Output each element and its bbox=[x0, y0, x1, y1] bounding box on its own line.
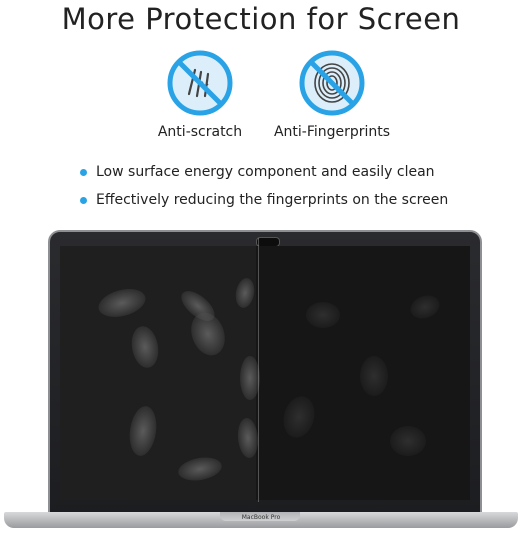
fingerprint-smudge bbox=[360, 356, 388, 396]
bullet-text: Low surface energy component and easily … bbox=[96, 164, 435, 180]
bullet-text: Effectively reducing the fingerprints on… bbox=[96, 192, 449, 208]
laptop-lid bbox=[48, 230, 482, 516]
list-item: Low surface energy component and easily … bbox=[80, 158, 520, 186]
bullet-dot-icon bbox=[80, 196, 87, 204]
screen-without-protector bbox=[60, 246, 256, 500]
bullet-dot-icon bbox=[80, 168, 87, 176]
anti-fingerprint-icon bbox=[299, 50, 365, 116]
film-edge-line bbox=[258, 238, 259, 502]
page-title: More Protection for Screen bbox=[61, 2, 461, 36]
feature-label: Anti-scratch bbox=[157, 124, 243, 140]
anti-scratch-icon bbox=[167, 50, 233, 116]
model-label: MacBook Pro bbox=[241, 514, 281, 521]
bullet-list: Low surface energy component and easily … bbox=[80, 158, 520, 214]
fingerprint-smudge bbox=[306, 302, 340, 328]
feature-label: Anti-Fingerprints bbox=[273, 124, 391, 140]
feature-anti-scratch: Anti-scratch bbox=[125, 50, 275, 140]
list-item: Effectively reducing the fingerprints on… bbox=[80, 186, 520, 214]
laptop-screen bbox=[60, 246, 470, 500]
fingerprint-smudge bbox=[390, 426, 426, 456]
feature-anti-fingerprint: Anti-Fingerprints bbox=[257, 50, 407, 140]
fingerprint-smudge bbox=[240, 356, 260, 400]
laptop-base: MacBook Pro bbox=[4, 512, 518, 528]
